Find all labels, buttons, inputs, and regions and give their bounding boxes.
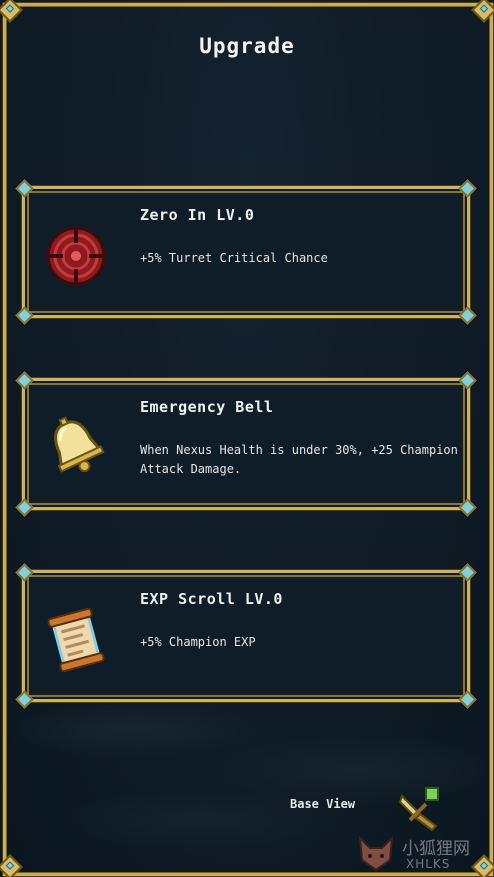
bell-icon [41, 413, 111, 483]
fox-logo-icon [358, 835, 394, 872]
scroll-icon [41, 605, 111, 675]
card-gem [458, 306, 477, 325]
card-gem [458, 371, 477, 390]
upgrade-card-exp-scroll[interactable]: EXP Scroll LV.0 +5% Champion EXP [15, 563, 477, 709]
watermark-subtext: XHLKS [406, 857, 451, 871]
upgrade-card-zero-in[interactable]: Zero In LV.0 +5% Turret Critical Chance [15, 179, 477, 325]
card-title: Zero In LV.0 [140, 206, 255, 224]
card-gem [15, 371, 34, 390]
card-gem [15, 563, 34, 582]
card-gem [458, 179, 477, 198]
card-title: Emergency Bell [140, 398, 274, 416]
page-title: Upgrade [199, 34, 295, 58]
card-gem [15, 179, 34, 198]
crosshair-target-icon [41, 221, 111, 291]
site-watermark: 小狐狸网 XHLKS [354, 830, 494, 877]
card-description: +5% Turret Critical Chance [140, 251, 328, 265]
card-description: +5% Champion EXP [140, 635, 256, 649]
card-title: EXP Scroll LV.0 [140, 590, 283, 608]
card-gem [458, 498, 477, 517]
upgrade-screen: Upgrade Zero In LV.0 +5% Turret Critical… [0, 0, 494, 877]
card-gem [15, 306, 34, 325]
card-description: When Nexus Health is under 30%, +25 Cham… [140, 443, 458, 476]
frame-corner-top-left [0, 0, 23, 23]
frame-corner-top-right [471, 0, 494, 23]
upgrade-card-emergency-bell[interactable]: Emergency Bell When Nexus Health is unde… [15, 371, 477, 517]
base-view-label[interactable]: Base View [290, 797, 355, 811]
card-gem [15, 498, 34, 517]
sword-icon[interactable] [396, 782, 446, 832]
card-gem [458, 563, 477, 582]
watermark-text: 小狐狸网 [402, 839, 470, 859]
